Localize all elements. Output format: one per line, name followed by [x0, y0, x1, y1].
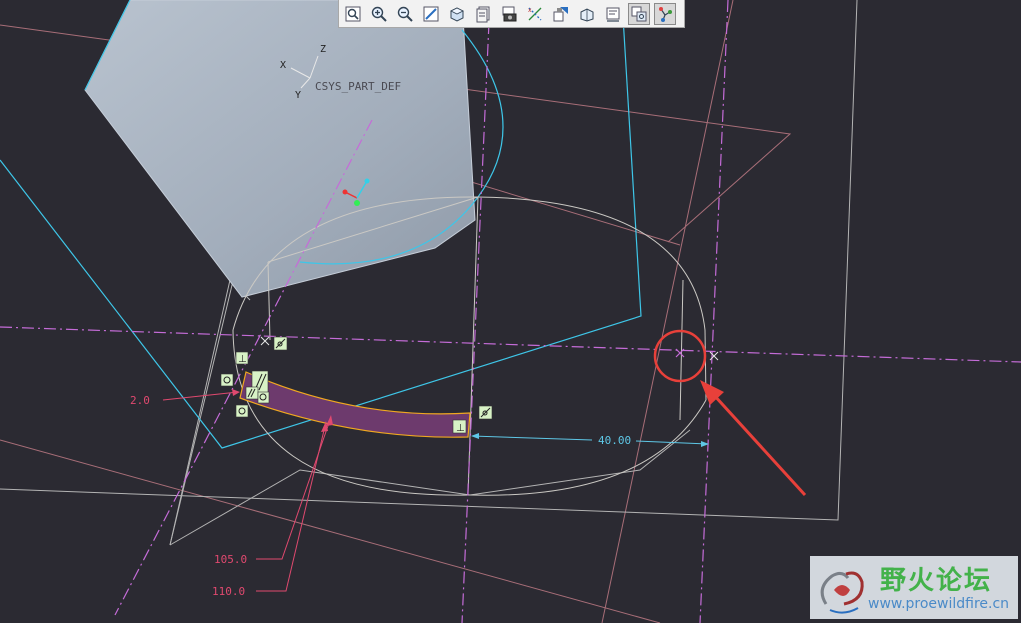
- dimension-offset[interactable]: 40.00: [471, 433, 709, 447]
- zoom-refit-button[interactable]: [342, 3, 364, 25]
- zoom-out-icon: [397, 6, 413, 22]
- parallel-icon-2: [245, 386, 259, 400]
- tangent-icon: [220, 373, 234, 387]
- display-style-icon: [450, 6, 464, 22]
- zoom-refit-icon: [345, 6, 361, 21]
- svg-text:x: x: [528, 7, 532, 14]
- dimension-radius-inner[interactable]: 105.0: [214, 415, 333, 566]
- dimension-radius-inner-value: 105.0: [214, 553, 247, 566]
- view-manager-button[interactable]: [498, 3, 520, 25]
- zoom-in-icon: [371, 6, 387, 22]
- tangent-icon-2: [257, 391, 270, 404]
- dimension-radius-outer-value: 110.0: [212, 585, 245, 598]
- spin-center-button[interactable]: [576, 3, 598, 25]
- sketcher-display-icon: [631, 6, 647, 21]
- watermark-logo: [820, 571, 864, 614]
- sketcher-display-button[interactable]: [628, 2, 650, 25]
- vertex-points: [260, 336, 719, 361]
- watermark-url: www.proewildfire.cn: [868, 596, 1010, 612]
- repaint-button[interactable]: [420, 3, 442, 25]
- view-manager-icon: [502, 6, 517, 21]
- sketch-view-icon: [606, 7, 620, 22]
- constraint-display-button[interactable]: [654, 2, 676, 25]
- saved-views-button[interactable]: [472, 3, 494, 25]
- point-on-entity-icon-2: [478, 405, 493, 420]
- constraint-display-icon: [659, 6, 672, 22]
- watermark: 野火论坛 www.proewildfire.cn: [810, 556, 1018, 619]
- annotation-display-icon: [553, 6, 568, 21]
- selected-point[interactable]: [675, 348, 685, 358]
- csys-axis-y: Y: [295, 90, 301, 101]
- zoom-in-button[interactable]: [368, 3, 390, 25]
- saved-views-icon: [476, 6, 490, 22]
- dimension-thickness[interactable]: 2.0: [130, 389, 240, 407]
- datum-display-icon: x: [528, 7, 542, 20]
- dimension-thickness-value: 2.0: [130, 394, 150, 407]
- callout-arrow: [711, 392, 807, 497]
- display-style-button[interactable]: [446, 3, 468, 25]
- dimension-offset-value: 40.00: [598, 434, 631, 447]
- spin-center-icon: [580, 7, 594, 22]
- csys-axis-x: X: [280, 60, 286, 71]
- point-on-entity-icon: [273, 336, 288, 351]
- perpendicular-icon: ⊥: [235, 351, 249, 365]
- tangent-icon-3: [235, 404, 249, 418]
- dimension-radius-outer[interactable]: 110.0: [212, 421, 328, 598]
- svg-text:⊥: ⊥: [238, 354, 247, 365]
- zoom-out-button[interactable]: [394, 3, 416, 25]
- annotation-display-button[interactable]: [550, 3, 572, 25]
- csys-label: CSYS_PART_DEF: [315, 80, 401, 93]
- view-toolbar: x: [338, 0, 685, 28]
- perpendicular-icon-2: ⊥: [452, 419, 467, 434]
- svg-text:⊥: ⊥: [456, 423, 465, 434]
- csys-axis-z: Z: [320, 44, 326, 55]
- watermark-title: 野火论坛: [880, 566, 993, 596]
- callout-circle: [653, 329, 707, 383]
- graphics-window[interactable]: X Z Y CSYS_PART_DEF ⊥ ⊥ 2.0 105.0 110.0 …: [0, 0, 1021, 623]
- repaint-icon: [423, 6, 439, 21]
- datum-display-button[interactable]: x: [524, 3, 546, 25]
- selected-arc-slot[interactable]: [239, 371, 471, 438]
- sketch-view-button[interactable]: [602, 3, 624, 25]
